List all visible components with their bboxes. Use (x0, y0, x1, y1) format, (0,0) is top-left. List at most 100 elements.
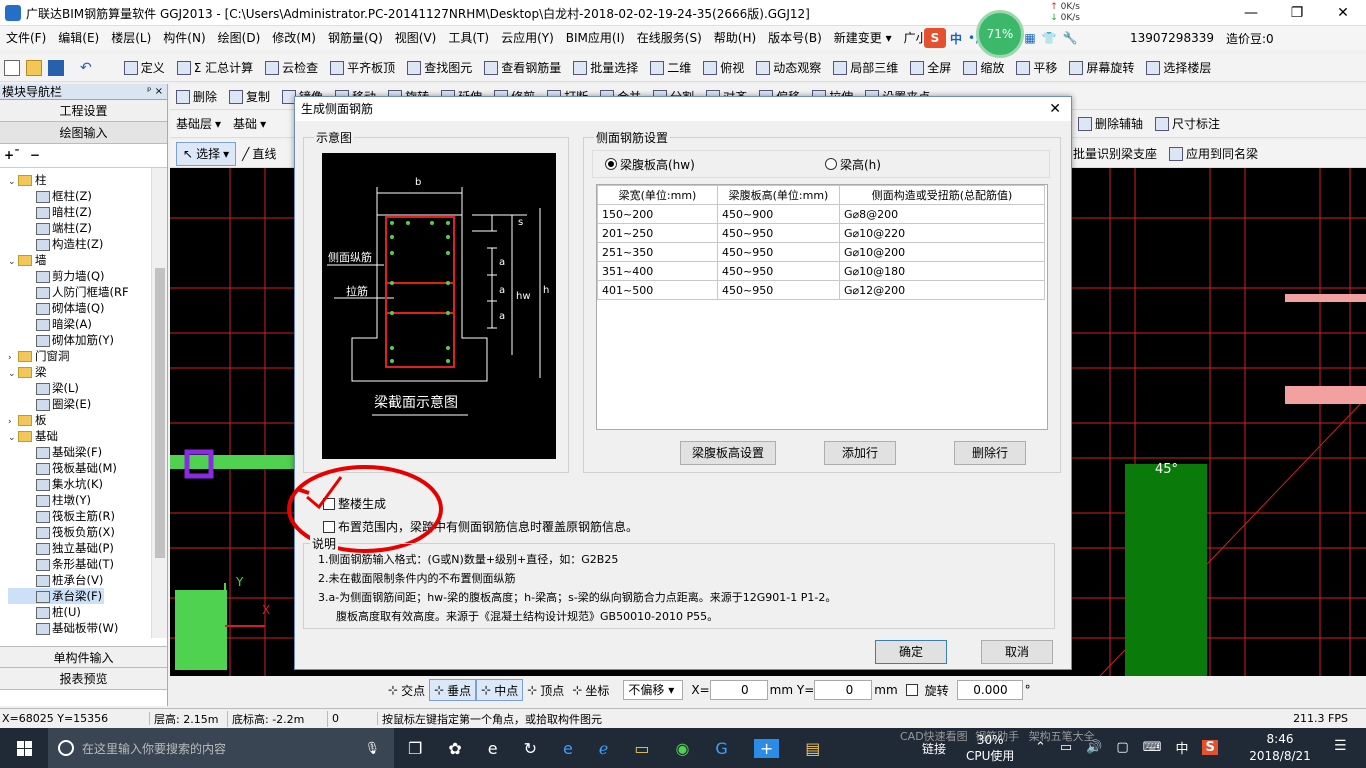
rotate-input[interactable]: 0.000 (956, 680, 1023, 700)
tray-chevron-icon[interactable]: ⌃ (1035, 740, 1046, 755)
beam-pink-1[interactable] (1285, 294, 1366, 302)
menu-item[interactable]: 楼层(L) (105, 26, 157, 50)
keyboard-icon[interactable]: ⌨ (1143, 740, 1162, 755)
tree-item[interactable]: 条形基础(T) (8, 556, 167, 572)
snap-toggle[interactable]: ⊹ 坐标 (568, 679, 613, 701)
mic-icon[interactable]: 🎙 (365, 741, 380, 755)
draw-toolbar-item[interactable]: 应用到同名梁 (1163, 140, 1264, 168)
toolbar1-item[interactable]: 动态观察 (750, 54, 827, 82)
tree-item[interactable]: › 门窗洞 (8, 348, 167, 364)
tray-app-icon[interactable]: ▢ (1116, 740, 1128, 755)
tree-item[interactable]: 暗柱(Z) (8, 204, 167, 220)
floor-toolbar-item[interactable]: 尺寸标注 (1149, 110, 1226, 138)
save-icon[interactable] (48, 59, 64, 76)
toolbar1-item[interactable]: 二维 (644, 54, 697, 82)
explorer-icon[interactable]: ▭ (634, 739, 649, 758)
pile-block[interactable] (175, 590, 227, 670)
add-row-button[interactable]: 添加行 (824, 441, 896, 465)
toolbar1-item[interactable]: 选择楼层 (1140, 54, 1217, 82)
menu-item[interactable]: 工具(T) (442, 26, 495, 50)
y-input[interactable]: 0 (814, 680, 873, 700)
tree-item[interactable]: 圈梁(E) (8, 396, 167, 412)
wrench-icon[interactable]: 🔧 (1063, 31, 1078, 45)
tree-item[interactable]: 筏板基础(M) (8, 460, 167, 476)
new-file-icon[interactable] (4, 59, 20, 76)
menu-item[interactable]: 视图(V) (389, 26, 443, 50)
table-row[interactable]: 201~250 450~950 G⌀10@220 (597, 223, 1045, 243)
close-button[interactable]: ✕ (1320, 0, 1366, 26)
menu-item[interactable]: BIM应用(I) (560, 26, 631, 50)
snap-toggle[interactable]: ⊹ 交点 (384, 679, 429, 701)
table-cell[interactable]: 450~950 (717, 280, 840, 300)
toolbar1-item[interactable]: 平齐板顶 (324, 54, 401, 82)
tree-item[interactable]: 桩承台(V) (8, 572, 167, 588)
notification-icon[interactable]: ☰ (1334, 738, 1347, 754)
delete-row-button[interactable]: 删除行 (954, 441, 1026, 465)
tree-item[interactable]: 柱墩(Y) (8, 492, 167, 508)
table-cell[interactable]: G⌀12@200 (839, 280, 1045, 300)
toolbar1-item[interactable]: 查找图元 (401, 54, 478, 82)
whole-building-option[interactable]: 整楼生成 (323, 495, 386, 512)
overwrite-checkbox[interactable] (323, 520, 335, 533)
tree-item[interactable]: 集水坑(K) (8, 476, 167, 492)
tree-item[interactable]: 暗梁(A) (8, 316, 167, 332)
tree-item[interactable]: 筏板主筋(R) (8, 508, 167, 524)
user-phone[interactable]: 13907298339 (1130, 31, 1214, 45)
table-row[interactable]: 401~500 450~950 G⌀12@200 (597, 280, 1045, 300)
menu-item[interactable]: 版本号(B) (762, 26, 828, 50)
edit-tool[interactable]: 删除 (170, 83, 223, 111)
dialog-close-button[interactable]: ✕ (1049, 97, 1061, 121)
rotate-checkbox[interactable] (905, 684, 918, 696)
edit-tool[interactable]: 复制 (223, 83, 276, 111)
table-row[interactable]: 150~200 450~900 G⌀8@200 (597, 204, 1045, 224)
taskbar-search[interactable]: 在这里输入你要搜索的内容 🎙 (48, 728, 394, 768)
menu-item[interactable]: 钢筋量(Q) (322, 26, 389, 50)
tree-scrollbar[interactable] (151, 168, 167, 638)
toolbar1-item[interactable]: 批量选择 (567, 54, 644, 82)
volume-icon[interactable]: 🔊 (1086, 740, 1102, 755)
table-cell[interactable]: 150~200 (597, 204, 718, 224)
tree-item[interactable]: ⌄ 柱 (8, 172, 167, 188)
toolbar1-item[interactable]: 局部三维 (827, 54, 904, 82)
network-icon[interactable]: ▭ (1060, 740, 1072, 755)
menu-item[interactable]: 绘图(D) (212, 26, 267, 50)
toolbar1-item[interactable]: 屏幕旋转 (1063, 54, 1140, 82)
menu-item[interactable]: 帮助(H) (708, 26, 762, 50)
col-header-width[interactable]: 梁宽(单位:mm) (597, 185, 718, 205)
keyboard-icon[interactable]: ▦ (1024, 31, 1035, 45)
table-cell[interactable]: 251~350 (597, 242, 718, 262)
glodon-icon[interactable]: G (715, 739, 727, 758)
ggj-app-icon[interactable]: + (753, 738, 780, 758)
table-cell[interactable]: 450~950 (717, 261, 840, 281)
table-cell[interactable]: 450~950 (717, 223, 840, 243)
floor-toolbar-item[interactable]: 删除辅轴 (1072, 110, 1149, 138)
toolbar1-item[interactable]: 云检查 (259, 54, 324, 82)
minimize-button[interactable]: — (1228, 0, 1274, 26)
pin-close-icon[interactable]: ᵖ × (147, 86, 167, 97)
restore-button[interactable]: ❐ (1274, 0, 1320, 26)
menu-item[interactable]: 文件(F) (0, 26, 52, 50)
price-beans[interactable]: 造价豆:0 (1226, 30, 1274, 47)
table-cell[interactable]: G⌀10@180 (839, 261, 1045, 281)
col-header-web-height[interactable]: 梁腹板高(单位:mm) (717, 185, 840, 205)
tree-item[interactable]: › 板 (8, 412, 167, 428)
tree-item[interactable]: 基础板带(W) (8, 620, 167, 636)
fan-app-icon[interactable]: ✿ (448, 739, 461, 758)
open-folder-icon[interactable] (26, 59, 42, 76)
cancel-button[interactable]: 取消 (981, 640, 1053, 664)
task-view-icon[interactable]: ❐ (408, 739, 422, 758)
tree-item[interactable]: 剪力墙(Q) (8, 268, 167, 284)
toolbar1-item[interactable]: 查看钢筋量 (478, 54, 567, 82)
tree-item[interactable]: ⌄ 梁 (8, 364, 167, 380)
radio-web-height[interactable]: 梁腹板高(hw) (605, 156, 825, 173)
tree-item[interactable]: ⌄ 基础 (8, 428, 167, 444)
sogou-icon[interactable]: S (924, 28, 946, 48)
tree-scroll-thumb[interactable] (155, 268, 165, 558)
tree-item[interactable]: 独立基础(P) (8, 540, 167, 556)
360-icon[interactable]: ◉ (675, 739, 689, 758)
foundation-block[interactable] (1125, 464, 1207, 676)
overwrite-option[interactable]: 布置范围内，梁跨中有侧面钢筋信息时覆盖原钢筋信息。 (323, 518, 638, 535)
col-header-rebar[interactable]: 侧面构造或受扭筋(总配筋值) (839, 185, 1045, 205)
toolbar1-item[interactable]: 定义 (118, 54, 171, 82)
network-speed-ball[interactable]: 71% (976, 10, 1024, 58)
